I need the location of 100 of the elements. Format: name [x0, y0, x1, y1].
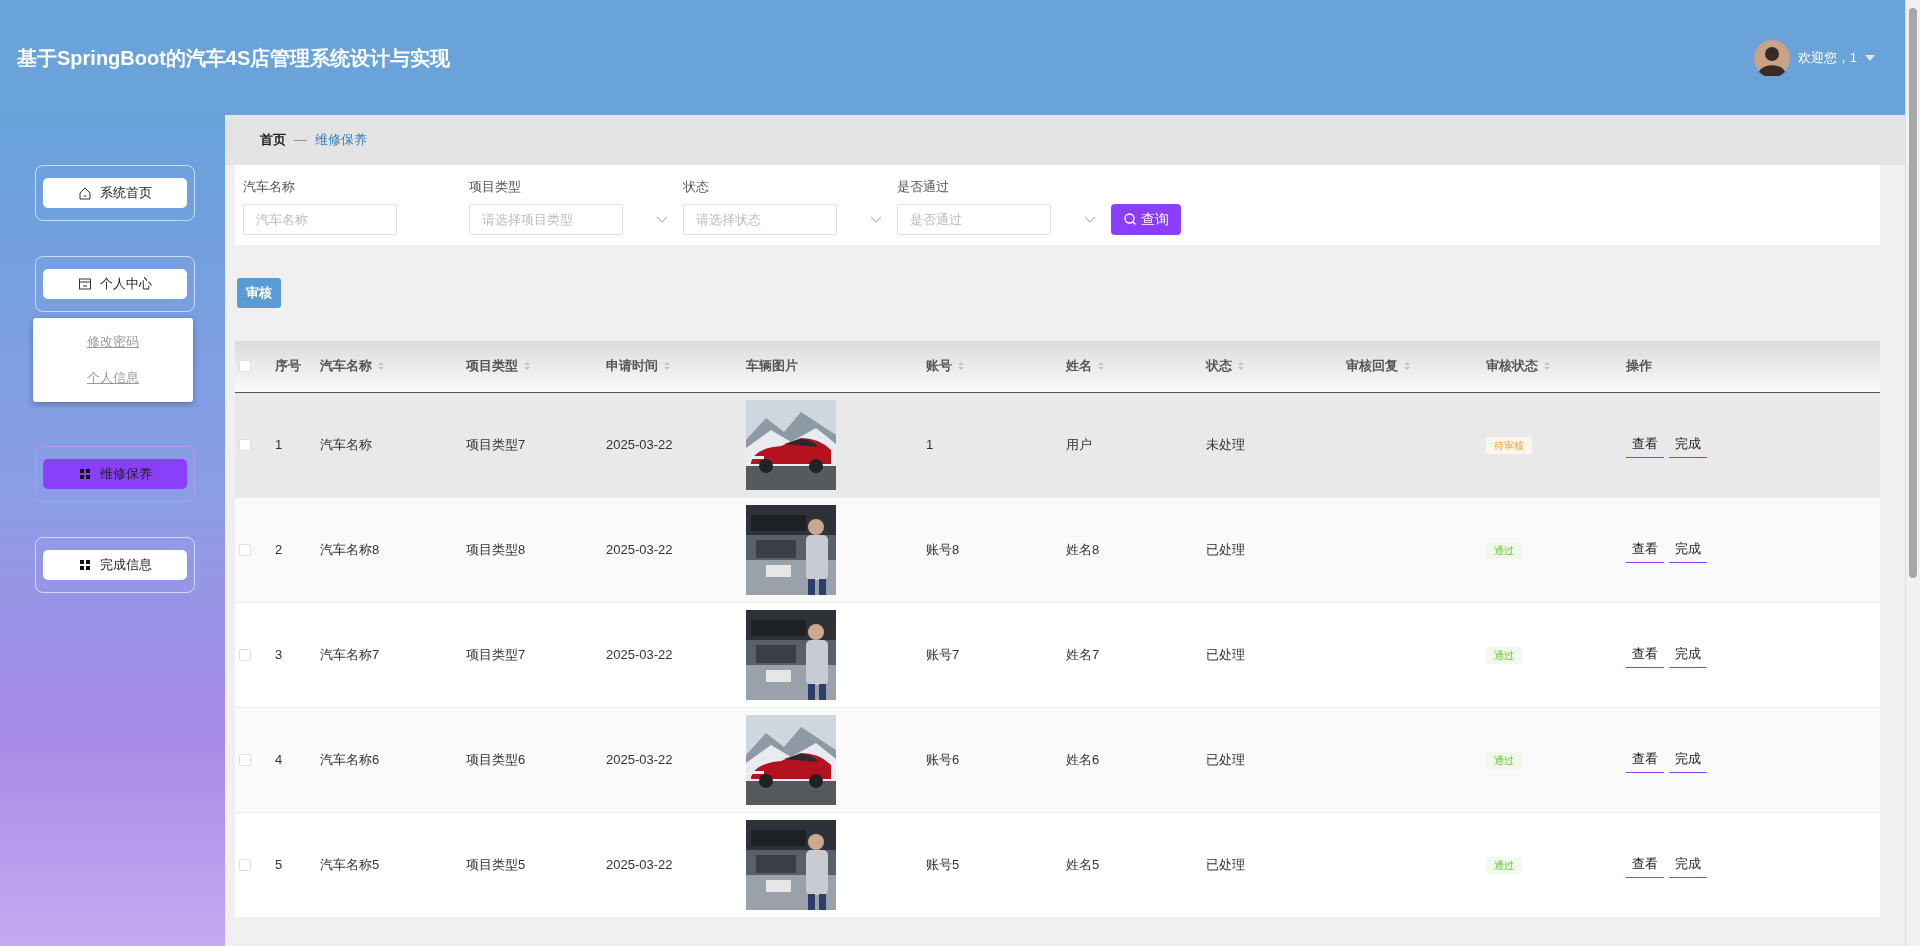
- column-header[interactable]: 账号: [926, 356, 952, 376]
- action-link[interactable]: 查看: [1626, 536, 1664, 563]
- action-link[interactable]: 完成: [1669, 746, 1707, 773]
- table-row[interactable]: 2 汽车名称8 项目类型8 2025-03-22 账号8 姓名8 已处理 通过 查看 完成: [235, 497, 1880, 603]
- table-cell: 2025-03-22: [606, 751, 673, 767]
- sort-icon[interactable]: [663, 360, 671, 372]
- column-header[interactable]: 审核回复: [1346, 356, 1398, 376]
- table-cell: 项目类型7: [466, 436, 526, 452]
- sort-icon[interactable]: [1543, 360, 1551, 372]
- table-cell: 用户: [1066, 436, 1092, 452]
- search-icon: [1123, 212, 1137, 226]
- action-link[interactable]: 查看: [1626, 431, 1664, 458]
- action-link[interactable]: 查看: [1626, 851, 1664, 878]
- column-header[interactable]: 序号: [275, 356, 301, 376]
- sidebar-item[interactable]: 完成信息: [43, 550, 187, 580]
- table-cell: 汽车名称: [320, 436, 372, 452]
- table-cell: 未处理: [1206, 436, 1245, 452]
- column-header[interactable]: 操作: [1626, 356, 1652, 376]
- table-cell: 项目类型7: [466, 646, 526, 662]
- select-field[interactable]: 是否通过: [897, 203, 1051, 235]
- sort-icon[interactable]: [1403, 360, 1411, 372]
- table-cell: 汽车名称7: [320, 646, 380, 662]
- table-cell: 汽车名称6: [320, 751, 380, 767]
- select-field[interactable]: 请选择状态: [683, 203, 837, 235]
- action-link[interactable]: 查看: [1626, 641, 1664, 668]
- app-title: 基于SpringBoot的汽车4S店管理系统设计与实现: [17, 45, 451, 71]
- column-header[interactable]: 状态: [1206, 356, 1232, 376]
- select-field[interactable]: 请选择项目类型: [469, 203, 623, 235]
- sort-icon[interactable]: [1097, 360, 1105, 372]
- action-link[interactable]: 完成: [1669, 431, 1707, 458]
- table-cell: 账号5: [926, 856, 960, 872]
- sort-icon[interactable]: [1237, 360, 1245, 372]
- table-cell: 已处理: [1206, 646, 1245, 662]
- column-header[interactable]: 申请时间: [606, 356, 658, 376]
- scrollbar[interactable]: [1905, 0, 1920, 946]
- table-cell: 项目类型5: [466, 856, 526, 872]
- checkbox[interactable]: [239, 360, 251, 372]
- column-header[interactable]: 项目类型: [466, 356, 518, 376]
- search-button[interactable]: 查询: [1111, 203, 1181, 235]
- avatar-icon[interactable]: [1753, 39, 1790, 76]
- table-cell: 项目类型6: [466, 751, 526, 767]
- breadcrumb-separator: —: [294, 131, 307, 150]
- column-header[interactable]: 汽车名称: [320, 356, 372, 376]
- table-row[interactable]: 4 汽车名称6 项目类型6 2025-03-22 账号6 姓名6 已处理 通过 查看 完成: [235, 707, 1880, 813]
- action-link[interactable]: 完成: [1669, 851, 1707, 878]
- checkbox[interactable]: [239, 438, 251, 451]
- table-cell: 已处理: [1206, 751, 1245, 767]
- table-cell: 姓名5: [1066, 856, 1100, 872]
- table-cell: 1: [926, 436, 934, 452]
- table-cell: 5: [275, 856, 283, 872]
- breadcrumb-current: 维修保养: [315, 131, 367, 150]
- column-header[interactable]: 审核状态: [1486, 356, 1538, 376]
- house-icon: [78, 186, 92, 200]
- table-row[interactable]: 1 汽车名称 项目类型7 2025-03-22 1 用户 未处理 待审核 查看 完成: [235, 392, 1880, 498]
- status-tag: 通过: [1486, 646, 1522, 664]
- field-label: 项目类型: [469, 178, 522, 196]
- status-tag: 通过: [1486, 856, 1522, 874]
- status-tag: 通过: [1486, 751, 1522, 769]
- action-link[interactable]: 查看: [1626, 746, 1664, 773]
- table-cell: 项目类型8: [466, 541, 526, 557]
- table-cell: 账号6: [926, 751, 960, 767]
- table-cell: 账号7: [926, 646, 960, 662]
- status-tag: 待审核: [1486, 436, 1532, 454]
- table-row[interactable]: 3 汽车名称7 项目类型7 2025-03-22 账号7 姓名7 已处理 通过 查看 完成: [235, 602, 1880, 708]
- field-label: 是否通过: [897, 178, 950, 196]
- caret-icon[interactable]: [1865, 53, 1875, 62]
- grid-icon: [78, 467, 92, 481]
- column-header[interactable]: 姓名: [1066, 356, 1092, 376]
- grid-icon: [78, 558, 92, 572]
- sidebar-item[interactable]: 系统首页: [43, 178, 187, 208]
- status-tag: 通过: [1486, 541, 1522, 559]
- sort-icon[interactable]: [377, 360, 385, 372]
- sidebar-item[interactable]: 个人中心: [43, 269, 187, 299]
- checkbox[interactable]: [239, 648, 251, 661]
- sort-icon[interactable]: [523, 360, 531, 372]
- table-row[interactable]: 5 汽车名称5 项目类型5 2025-03-22 账号5 姓名5 已处理 通过 查看 完成: [235, 812, 1880, 918]
- action-link[interactable]: 完成: [1669, 536, 1707, 563]
- table-cell: 3: [275, 646, 283, 662]
- table-cell: 已处理: [1206, 541, 1245, 557]
- input-field[interactable]: 汽车名称: [243, 203, 397, 235]
- table-cell: 2025-03-22: [606, 646, 673, 662]
- field-label: 状态: [683, 178, 710, 196]
- sort-icon[interactable]: [957, 360, 965, 372]
- column-header[interactable]: 车辆图片: [746, 356, 798, 376]
- action-link[interactable]: 完成: [1669, 641, 1707, 668]
- table-cell: 姓名7: [1066, 646, 1100, 662]
- table-cell: 1: [275, 436, 283, 452]
- checkbox[interactable]: [239, 543, 251, 556]
- table-cell: 2: [275, 541, 283, 557]
- table-cell: 2025-03-22: [606, 436, 673, 452]
- table-cell: 汽车名称8: [320, 541, 380, 557]
- table-cell: 汽车名称5: [320, 856, 380, 872]
- breadcrumb-link[interactable]: 首页: [260, 130, 286, 150]
- checkbox[interactable]: [239, 858, 251, 871]
- table-cell: 4: [275, 751, 283, 767]
- table-cell: 已处理: [1206, 856, 1245, 872]
- checkbox[interactable]: [239, 753, 251, 766]
- table-cell: 姓名6: [1066, 751, 1100, 767]
- table-cell: 2025-03-22: [606, 541, 673, 557]
- panel-icon: [78, 277, 92, 291]
